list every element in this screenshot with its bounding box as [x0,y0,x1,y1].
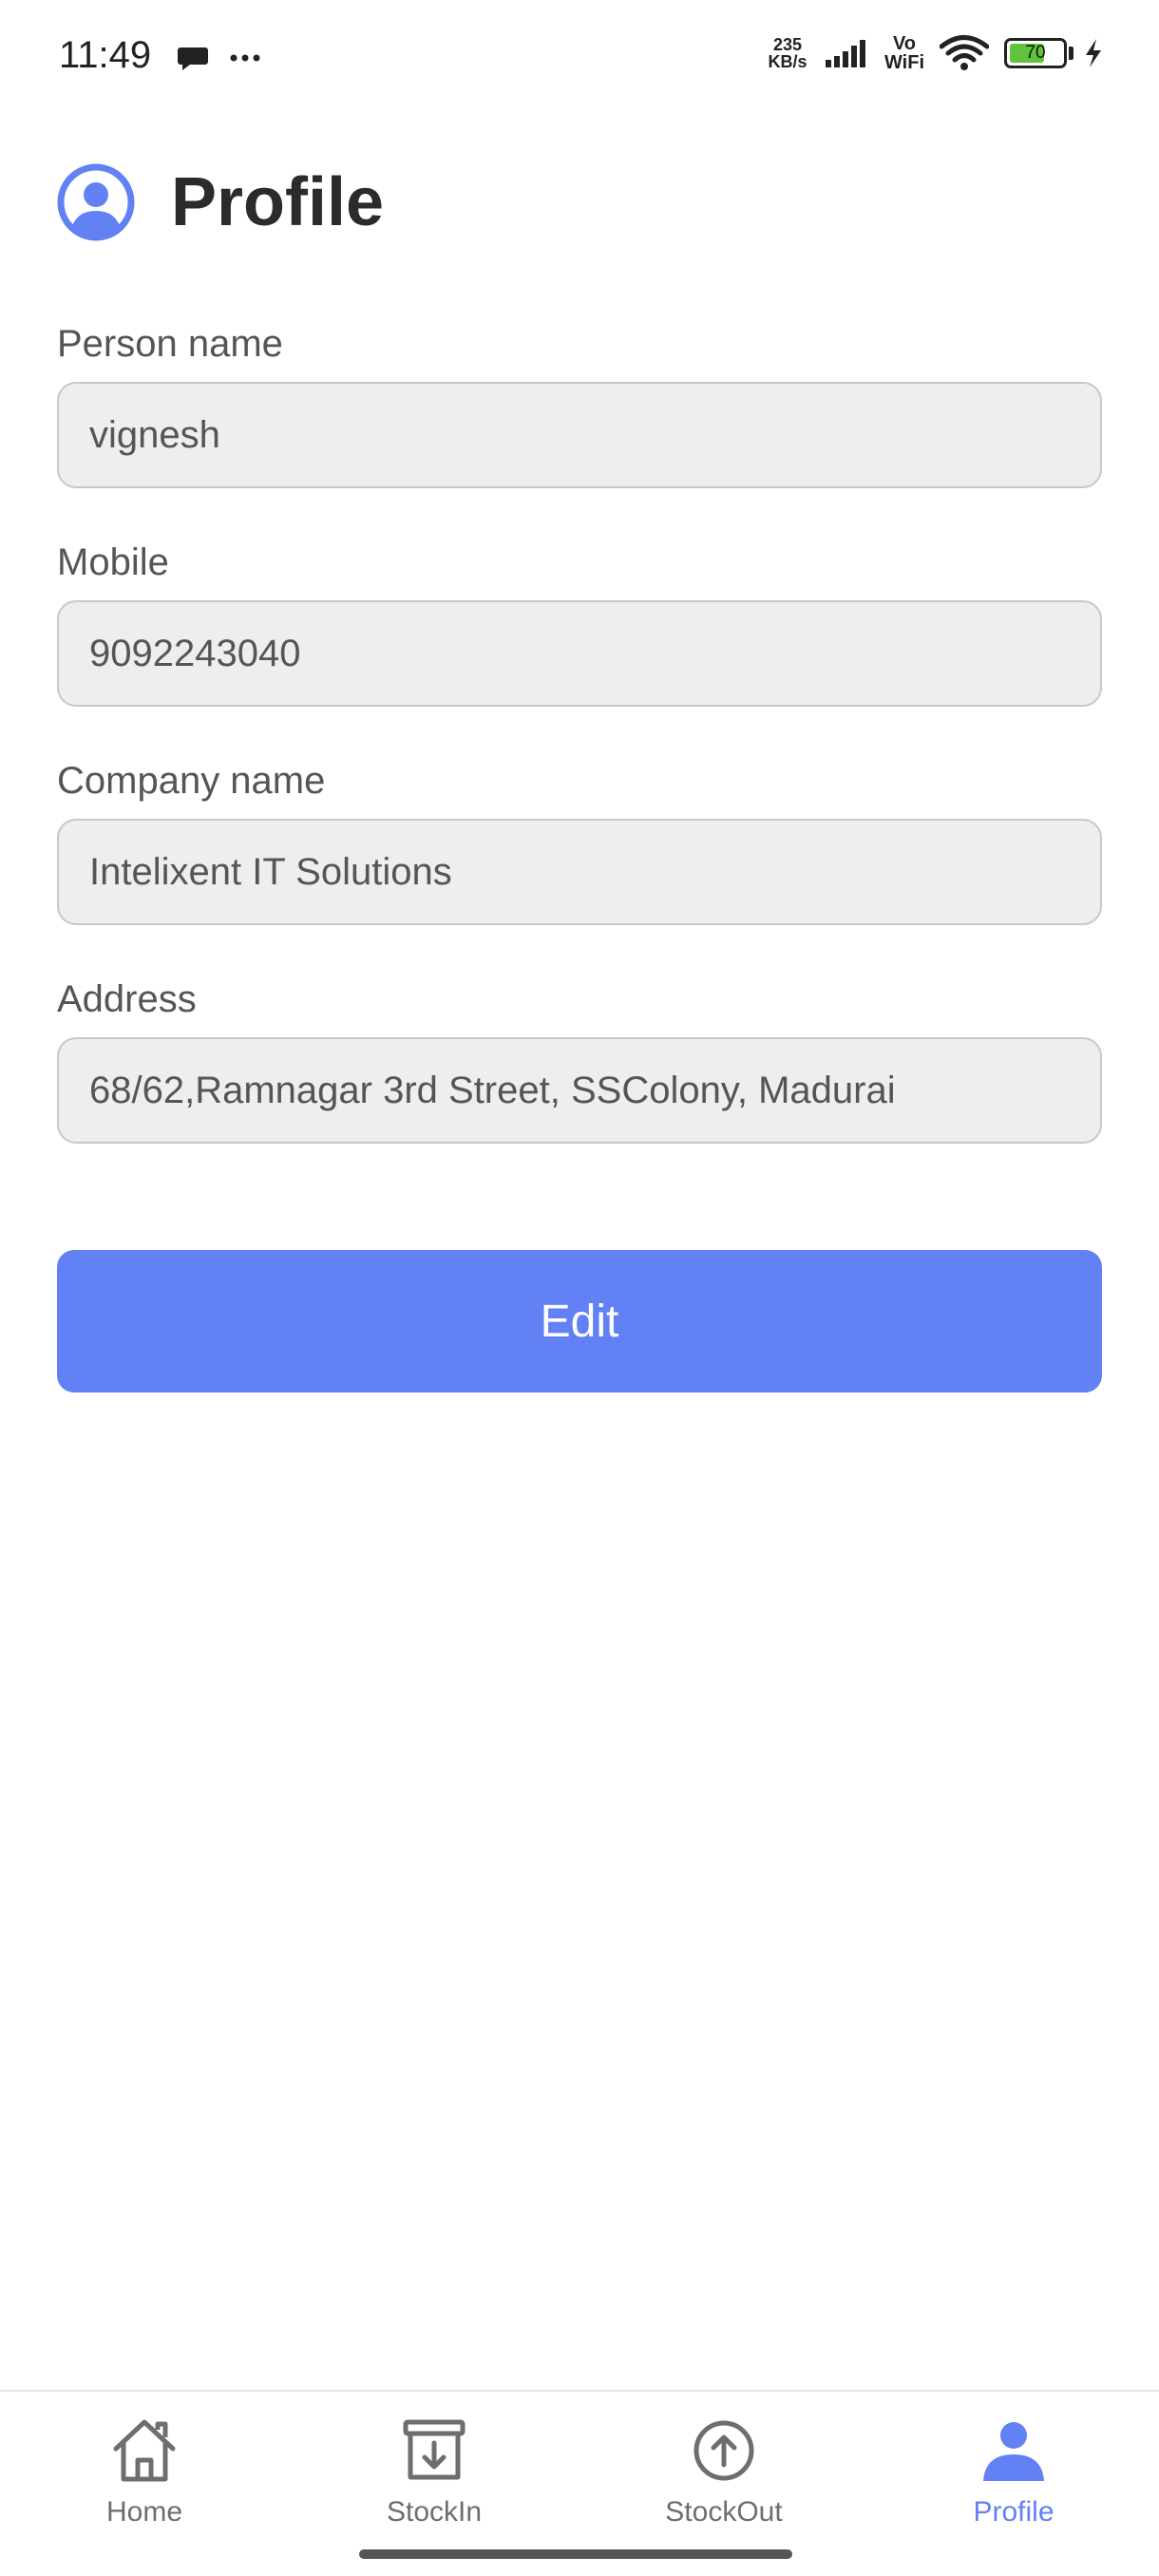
address-label: Address [57,978,197,1020]
status-system-icons: 235 KB/s Vo WiFi 70 [765,34,1104,72]
company-name-label: Company name [57,760,326,802]
person-name-field-box[interactable] [57,382,1102,488]
nav-item-stockout[interactable]: StockOut [629,2413,819,2529]
person-name-input[interactable] [89,413,1070,457]
home-indicator[interactable] [359,2549,792,2559]
status-bar: 11:49 235 KB/s Vo WiFi 70 [0,0,1159,118]
profile-form: Person name Mobile Company name Address [57,319,1102,1193]
profile-screen: 11:49 235 KB/s Vo WiFi 70 Profile Person… [0,0,1159,2576]
mobile-field-box[interactable] [57,600,1102,707]
archive-download-icon [403,2419,466,2480]
nav-label-stockout: StockOut [665,2496,783,2528]
address-field-box[interactable] [57,1037,1102,1144]
nav-item-home[interactable]: Home [49,2413,239,2529]
status-notification-icons [177,42,264,74]
battery-icon: 70 [1004,38,1067,68]
nav-item-stockin[interactable]: StockIn [339,2413,529,2529]
network-speed-unit: KB/s [768,52,808,71]
charging-bolt-icon [1086,39,1101,67]
battery-tip [1069,47,1074,60]
vowifi-indicator: Vo WiFi [884,34,924,72]
company-name-group: Company name [57,756,1102,925]
nav-label-profile: Profile [973,2496,1054,2528]
nav-label-home: Home [105,2496,183,2528]
edit-button[interactable]: Edit [57,1250,1102,1392]
home-icon [113,2419,176,2482]
page-header: Profile [57,163,384,241]
page-title: Profile [171,164,385,240]
arrow-up-circle-icon [694,2420,754,2481]
nav-label-stockin: StockIn [386,2496,483,2528]
mobile-input[interactable] [89,632,1070,675]
company-name-field-box[interactable] [57,819,1102,925]
person-icon [983,2422,1044,2481]
mobile-group: Mobile [57,538,1102,707]
mobile-label: Mobile [57,541,169,583]
status-time: 11:49 [59,34,152,76]
company-name-input[interactable] [89,850,1070,894]
chat-bubble-icon [178,47,208,70]
wifi-icon [940,35,989,70]
person-name-group: Person name [57,319,1102,488]
more-dots-icon [230,54,260,62]
address-input[interactable] [89,1069,1070,1112]
vowifi-bottom: WiFi [884,52,924,73]
address-group: Address [57,975,1102,1144]
network-speed: 235 KB/s [765,36,810,70]
nav-item-profile[interactable]: Profile [919,2413,1109,2529]
network-speed-value: 235 [772,35,802,54]
signal-icon [825,40,865,67]
vowifi-top: Vo [892,33,917,54]
battery-level: 70 [1025,43,1046,63]
bottom-nav: Home StockIn StockOut Profile [0,2390,1159,2576]
person-name-label: Person name [57,323,283,365]
account-circle-icon [57,163,135,241]
